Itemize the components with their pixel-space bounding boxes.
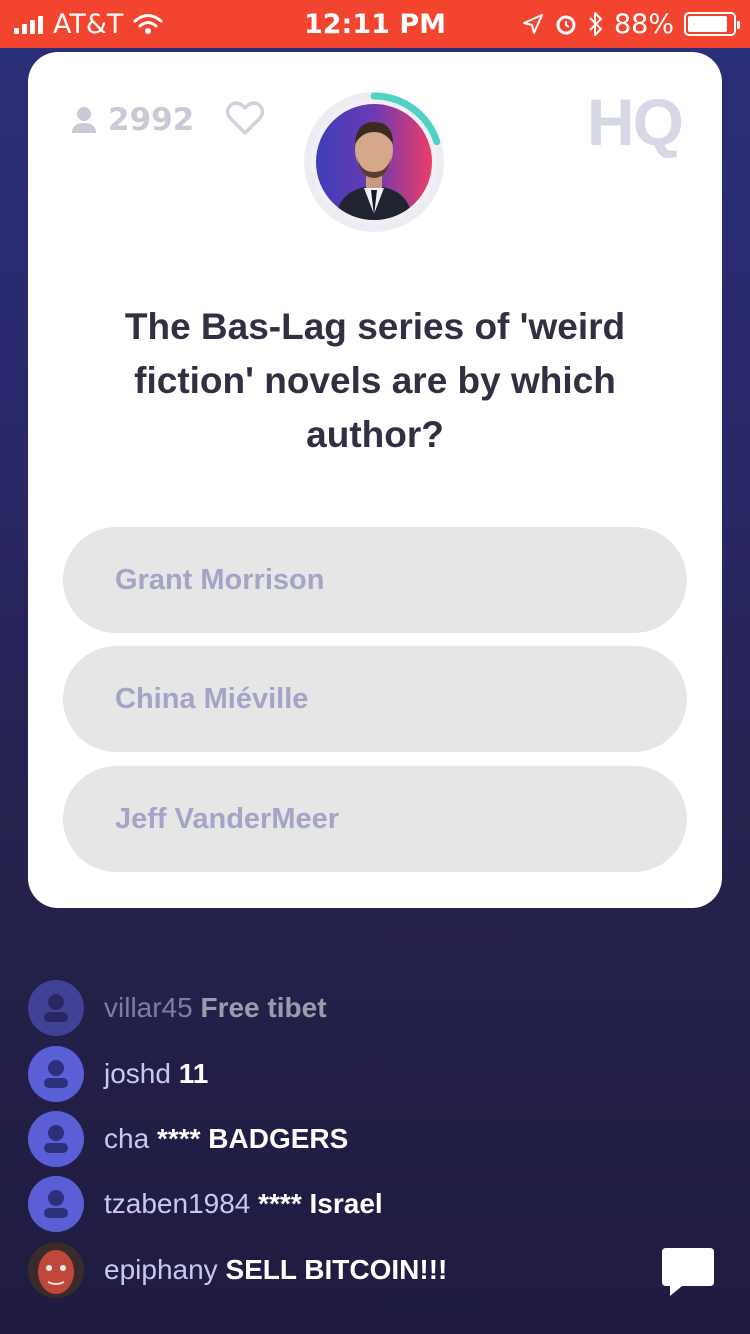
chat-text: **** Israel <box>258 1188 383 1219</box>
avatar <box>28 1242 84 1298</box>
avatar <box>28 1046 84 1102</box>
chat-text: **** BADGERS <box>156 1123 349 1154</box>
chat-message: villar45 Free tibet <box>28 980 327 1036</box>
chat-text: Free tibet <box>200 992 327 1023</box>
carrier-label: AT&T <box>53 8 124 40</box>
avatar <box>28 1176 84 1232</box>
answer-option-1[interactable]: Grant Morrison <box>63 527 687 633</box>
avatar <box>28 1111 84 1167</box>
signal-icon <box>14 14 43 34</box>
battery-icon <box>684 12 740 36</box>
host-avatar <box>316 104 432 220</box>
bluetooth-icon <box>589 12 602 36</box>
question-card: 2992 HQ The Bas-Lag series of 'weird fic… <box>28 52 722 908</box>
chat-message: cha **** BADGERS <box>28 1111 348 1167</box>
chat-text: 11 <box>178 1058 209 1089</box>
answer-option-3[interactable]: Jeff VanderMeer <box>63 766 687 872</box>
chat-message: epiphany SELL BITCOIN!!! <box>28 1242 447 1298</box>
location-icon <box>522 14 543 34</box>
status-bar: AT&T 12:11 PM 88% <box>0 0 750 48</box>
question-text: The Bas-Lag series of 'weird fiction' no… <box>124 306 626 455</box>
chat-bubble-icon[interactable] <box>660 1244 716 1300</box>
battery-percent: 88% <box>613 8 674 40</box>
heart-icon[interactable] <box>226 100 264 136</box>
battery-fill <box>688 16 727 32</box>
answer-option-2[interactable]: China Miéville <box>63 646 687 752</box>
chat-username: cha <box>104 1123 150 1154</box>
chat-message: tzaben1984 **** Israel <box>28 1176 383 1232</box>
wifi-icon <box>133 14 163 34</box>
chat-username: villar45 <box>104 992 193 1023</box>
chat-username: epiphany <box>104 1254 218 1285</box>
viewer-count: 2992 <box>70 102 194 138</box>
chat-message: joshd 11 <box>28 1046 208 1102</box>
alarm-icon <box>556 15 576 35</box>
viewer-count-value: 2992 <box>108 102 195 138</box>
chat-username: tzaben1984 <box>104 1188 251 1219</box>
hq-logo: HQ <box>587 85 684 159</box>
chat-text: SELL BITCOIN!!! <box>225 1254 448 1285</box>
avatar <box>28 980 84 1036</box>
chat-username: joshd <box>104 1058 171 1089</box>
person-icon <box>72 107 96 133</box>
host-timer <box>304 92 444 232</box>
